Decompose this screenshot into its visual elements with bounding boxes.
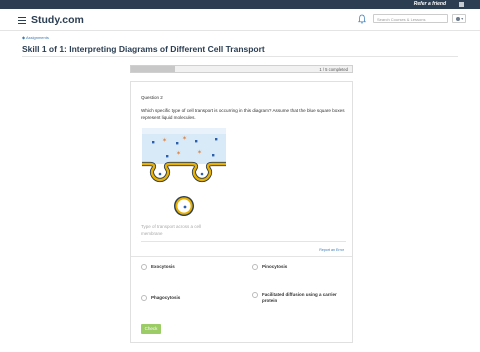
top-bar: Refer a friend: [0, 0, 480, 9]
vesicle-molecule: [183, 205, 187, 209]
option-label: Exocytosis: [151, 264, 175, 269]
check-button[interactable]: Check: [141, 324, 161, 334]
chevron-down-icon: ▼: [460, 17, 464, 21]
notification-bell-icon[interactable]: [358, 14, 366, 24]
option-label: Phagocytosis: [151, 295, 181, 300]
progress-bar: 1 / 5 completed: [130, 65, 353, 73]
study-logo[interactable]: Study.com: [31, 14, 84, 26]
refer-a-friend-link[interactable]: Refer a friend: [414, 1, 446, 7]
progress-fill: [131, 66, 176, 72]
cell-membrane: [142, 162, 226, 182]
liquid-molecule: [166, 155, 169, 158]
option-label: Facilitated diffusion using a carrier pr…: [262, 292, 337, 303]
cell-transport-diagram: ✶ ✶ ✶ ✶: [142, 128, 226, 216]
topbar-icon[interactable]: [459, 2, 464, 7]
avatar-icon: [456, 17, 460, 21]
star-molecule: ✶: [176, 150, 181, 157]
liquid-molecule: [212, 154, 215, 157]
question-text: Which specific type of cell transport is…: [141, 108, 345, 120]
liquid-molecule: [195, 140, 198, 143]
star-molecule: ✶: [162, 137, 167, 144]
radio-button[interactable]: [141, 264, 147, 270]
logo-text: Study.com: [31, 14, 84, 26]
option-facilitated-diffusion[interactable]: Facilitated diffusion using a carrier pr…: [252, 292, 344, 304]
option-exocytosis[interactable]: Exocytosis: [141, 264, 175, 270]
question-card: Question 2 Which specific type of cell t…: [130, 81, 353, 343]
radio-button[interactable]: [141, 295, 147, 301]
hamburger-menu-icon[interactable]: [18, 17, 26, 24]
question-number: Question 2: [141, 95, 163, 100]
options-divider: [131, 256, 352, 257]
site-header: Study.com Search Courses & Lessons ▼: [0, 9, 480, 31]
liquid-molecule: [152, 141, 155, 144]
title-divider: [22, 56, 458, 57]
radio-button[interactable]: [252, 292, 258, 298]
radio-button[interactable]: [252, 264, 258, 270]
option-label: Pinocytosis: [262, 264, 288, 269]
progress-label: 1 / 5 completed: [319, 67, 348, 72]
option-phagocytosis[interactable]: Phagocytosis: [141, 295, 180, 301]
answer-underline: [141, 241, 346, 242]
liquid-molecule: [176, 142, 179, 145]
answer-input[interactable]: Type of transport across a cell membrane: [141, 223, 221, 237]
liquid-molecule: [215, 138, 218, 141]
user-menu-button[interactable]: ▼: [452, 14, 466, 23]
star-molecule: ✶: [197, 149, 202, 156]
page-title: Skill 1 of 1: Interpreting Diagrams of D…: [22, 44, 265, 54]
report-error-link[interactable]: Report an Error: [319, 248, 344, 252]
breadcrumb[interactable]: ◆ Assignments: [22, 35, 49, 40]
option-pinocytosis[interactable]: Pinocytosis: [252, 264, 287, 270]
star-molecule: ✶: [182, 135, 187, 142]
search-input[interactable]: Search Courses & Lessons: [373, 14, 448, 23]
